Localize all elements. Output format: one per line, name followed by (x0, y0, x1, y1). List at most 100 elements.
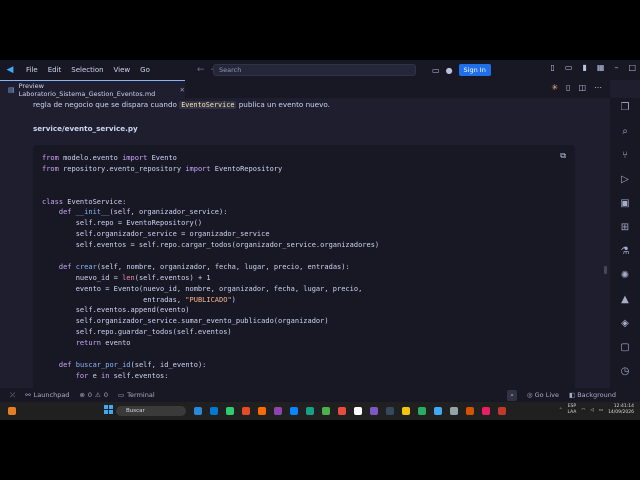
tray-chevron-icon[interactable]: ⌃ (559, 408, 563, 413)
volume-icon[interactable]: ◁ (590, 408, 593, 413)
code-line: self.eventos = self.repo.cargar_todos(or… (42, 240, 379, 251)
github-icon[interactable] (354, 407, 362, 415)
markdown-preview: regla de negocio que se dispara cuando E… (0, 98, 610, 388)
terminal-item[interactable]: ▭ Terminal (118, 391, 155, 399)
remote-icon[interactable]: ▣ (619, 198, 631, 210)
search-input[interactable]: Search (213, 64, 416, 76)
split-editor-icon[interactable]: ◫ (578, 83, 586, 92)
go-live-item[interactable]: ◎ Go Live (527, 391, 559, 399)
code-block: ⧉ from modelo.evento import Evento from r… (33, 145, 575, 388)
visual-studio-icon[interactable] (370, 407, 378, 415)
brave-icon[interactable] (242, 407, 250, 415)
extensions-icon[interactable]: ⊞ (619, 222, 631, 234)
vscode-taskbar-icon[interactable] (434, 407, 442, 415)
angular-icon[interactable]: ▲ (619, 294, 631, 306)
app-icon-c[interactable] (386, 407, 394, 415)
background-icon: ◧ (569, 391, 578, 399)
acrobat-icon[interactable] (498, 407, 506, 415)
code-token: for (75, 371, 89, 380)
code-line: def crear(self, nombre, organizador, fec… (42, 262, 379, 273)
background-item[interactable]: ◧ Background (569, 391, 616, 399)
store-icon[interactable] (210, 407, 218, 415)
whatsapp-icon[interactable] (322, 407, 330, 415)
customize-layout-icon[interactable]: ▦ (597, 63, 605, 72)
edge-icon[interactable] (290, 407, 298, 415)
testing-icon[interactable]: ⚗ (619, 246, 631, 258)
teams-icon[interactable] (274, 407, 282, 415)
menu-selection[interactable]: Selection (66, 66, 108, 74)
widgets-icon[interactable] (8, 407, 16, 415)
app-icon-g[interactable] (482, 407, 490, 415)
file-explorer-icon[interactable] (194, 407, 202, 415)
menu-file[interactable]: File (21, 66, 43, 74)
docker-icon[interactable]: ◈ (619, 318, 631, 330)
more-actions-icon[interactable]: ⋯ (594, 83, 602, 92)
problems-item[interactable]: ⊗ 0 ⚠ 0 (79, 391, 108, 399)
code-line: class EventoService: (42, 197, 379, 208)
layout-sidebar-icon[interactable]: ▯ (551, 63, 555, 72)
code-token: self.repo = EventoRepository() (42, 219, 203, 228)
timeline-icon[interactable]: ◷ (619, 366, 631, 378)
chrome-icon[interactable] (226, 407, 234, 415)
vscode-window: ◀ File Edit Selection View Go ←→ Search … (0, 60, 640, 420)
source-control-icon[interactable]: ⑂ (619, 150, 631, 162)
tab-preview[interactable]: ▤ Preview Laboratorio_Sistema_Gestion_Ev… (0, 80, 185, 98)
open-source-icon[interactable]: ▯ (566, 83, 570, 92)
menu-edit[interactable]: Edit (43, 66, 67, 74)
remote-indicator[interactable]: ⤫ (10, 391, 15, 400)
clock-date: 14/09/2026 (608, 410, 634, 415)
close-icon[interactable]: ✕ (180, 86, 185, 94)
code-line: for e in self.eventos: (42, 371, 379, 382)
taskbar-search-input[interactable]: Buscar (116, 406, 186, 416)
layout-secondary-icon[interactable]: ▮ (582, 63, 586, 72)
minimize-icon[interactable]: – (614, 63, 618, 72)
app-icon-d[interactable] (402, 407, 410, 415)
zoom-icon[interactable]: ⌕ (507, 389, 517, 401)
chat-icon[interactable]: ▭ (432, 66, 440, 75)
layout-panel-icon[interactable]: ▭ (565, 63, 573, 72)
app-icon-b[interactable] (338, 407, 346, 415)
clock[interactable]: 12:41:14 14/09/2026 (608, 404, 634, 416)
chat-panel-icon[interactable]: ▢ (619, 342, 631, 354)
code-token: self.repo.guardar_todos(self.eventos) (42, 328, 232, 337)
code-token: ) (231, 295, 236, 304)
language-indicator[interactable]: ESP LAA (567, 404, 576, 416)
sign-in-button[interactable]: Sign In (458, 64, 491, 76)
sparkle-icon[interactable]: ✳ (551, 83, 558, 92)
error-icon: ⊗ (79, 391, 85, 399)
code-token: evento = Evento(nuevo_id, nombre, organi… (42, 284, 363, 293)
start-windows-icon[interactable] (104, 405, 113, 414)
wifi-icon[interactable]: ◠ (581, 408, 585, 413)
app-icon-f[interactable] (450, 407, 458, 415)
back-arrow-icon[interactable]: ← (197, 65, 211, 75)
menu-go[interactable]: Go (135, 66, 155, 74)
explorer-icon[interactable]: ❐ (619, 102, 631, 114)
postman-icon[interactable] (466, 407, 474, 415)
firefox-icon[interactable] (258, 407, 266, 415)
gear-extension-icon[interactable]: ✺ (619, 270, 631, 282)
account-icon[interactable]: ● (446, 66, 453, 75)
vscode-logo-icon: ◀ (6, 65, 14, 75)
app-icon-a[interactable] (306, 407, 314, 415)
lang-top: ESP (567, 404, 577, 409)
search-icon[interactable]: ⌕ (619, 126, 631, 138)
code-token: class (42, 197, 64, 206)
app-icon-e[interactable] (418, 407, 426, 415)
scrollbar-thumb[interactable] (604, 266, 607, 274)
menu-view[interactable]: View (109, 66, 136, 74)
code-line: return evento (42, 338, 379, 349)
run-debug-icon[interactable]: ▷ (619, 174, 631, 186)
battery-icon[interactable]: ▭ (599, 408, 603, 413)
launchpad-label: Launchpad (33, 391, 70, 399)
launchpad-item[interactable]: ⚯ Launchpad (25, 391, 69, 399)
launchpad-icon: ⚯ (25, 391, 31, 399)
code-token: self.eventos = self.repo.cargar_todos(or… (42, 241, 380, 250)
code-token: self.organizador_service = organizador_s… (42, 230, 270, 239)
copy-icon[interactable]: ⧉ (560, 151, 566, 161)
maximize-icon[interactable]: □ (628, 63, 636, 72)
